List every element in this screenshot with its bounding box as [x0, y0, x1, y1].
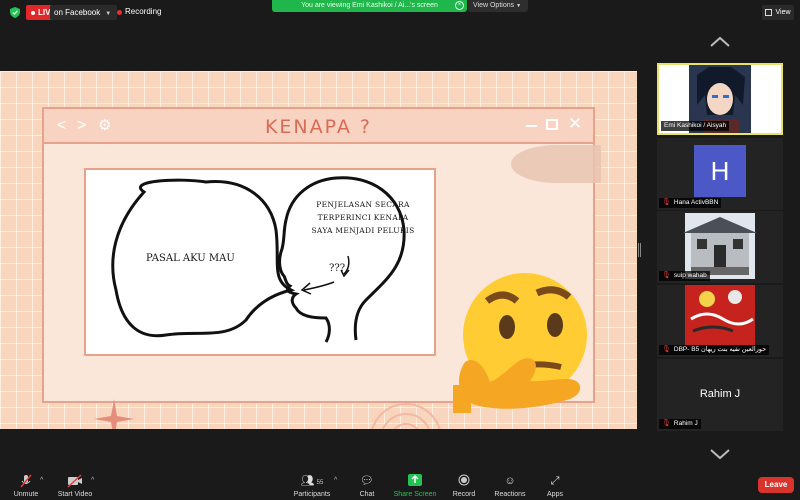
unmute-button[interactable]: Unmute — [8, 474, 44, 499]
thought-illustration: PASAL AKU MAU PENJELASAN SECARA TERPERIN… — [84, 168, 436, 356]
avatar: H — [694, 145, 746, 197]
slide-title: KENAPA ? — [264, 116, 373, 138]
viewing-banner: You are viewing Emi Kashikoi / Ai...'s s… — [272, 0, 467, 12]
explanation-text: PENJELASAN SECARA TERPERINCI KENAPA SAYA… — [311, 200, 415, 235]
participant-tile[interactable]: Emi Kashikoi / Aisyah — [657, 63, 783, 135]
splitter-handle[interactable] — [638, 243, 641, 257]
participant-name: DBP- B5 حورالعين نفيه بنت ريهان — [673, 346, 767, 353]
view-options-button[interactable]: View Options ▼ — [468, 0, 528, 12]
share-screen-label: Share Screen — [393, 491, 437, 498]
record-button[interactable]: Record — [448, 474, 480, 499]
view-button[interactable]: View — [762, 5, 794, 20]
mic-off-icon — [8, 474, 44, 488]
view-options-label: View Options — [473, 2, 515, 9]
apps-label: Apps — [547, 491, 563, 498]
participant-name: suip wahab — [673, 272, 707, 279]
record-icon — [448, 474, 480, 488]
record-label: Record — [452, 491, 476, 498]
recording-indicator[interactable]: Recording — [117, 7, 161, 17]
question-marks: ??? — [329, 263, 346, 274]
chevron-up-icon[interactable]: ^ — [91, 477, 94, 484]
speech-bubble-text: PASAL AKU MAU — [146, 253, 235, 264]
grid-icon — [765, 9, 773, 16]
participant-name: Emi Kashikoi / Aisyah — [664, 122, 727, 129]
chevron-down-icon: ▼ — [516, 3, 522, 9]
start-video-label: Start Video — [57, 491, 93, 498]
participant-name-label: 🎙︎ Hana ActivBBN — [659, 198, 722, 208]
mic-off-icon: 🎙︎ — [662, 346, 671, 353]
participants-icon: 👥︎ 55 — [300, 475, 324, 487]
thinking-emoji-icon — [453, 273, 587, 413]
viewing-banner-text: You are viewing Emi Kashikoi / Ai...'s s… — [301, 2, 438, 9]
decorative-blob — [511, 145, 601, 183]
participant-name-label: Emi Kashikoi / Aisyah — [661, 121, 730, 131]
apps-button[interactable]: ⤢ Apps — [540, 474, 570, 499]
participant-name-label: 🎙︎ suip wahab — [659, 271, 710, 281]
participant-name-label: 🎙︎ Rahim J — [659, 419, 701, 429]
stream-target-dropdown[interactable]: on Facebook ▼ — [50, 5, 118, 20]
decorative-arcs — [371, 403, 441, 429]
close-icon: ✕ — [568, 114, 583, 133]
chat-label: Chat — [359, 491, 375, 498]
mic-off-icon: 🎙︎ — [662, 199, 671, 206]
mic-off-icon: 🎙︎ — [662, 420, 671, 427]
live-dot-icon — [31, 10, 35, 15]
smiley-icon: ☺︎ — [504, 475, 516, 487]
participants-count: 55 — [316, 480, 324, 486]
sparkle-icon — [94, 399, 134, 429]
chevron-up-icon[interactable]: ^ — [40, 477, 43, 484]
participant-name: Hana ActivBBN — [673, 199, 719, 206]
chat-button[interactable]: 💬︎ Chat — [352, 474, 382, 499]
view-label: View — [775, 9, 791, 16]
chevron-down-icon: ▼ — [105, 11, 112, 17]
reactions-label: Reactions — [494, 491, 526, 498]
participant-name-label: 🎙︎ DBP- B5 حورالعين نفيه بنت ريهان — [659, 345, 770, 355]
chevron-up-icon[interactable] — [708, 35, 732, 49]
recording-dot-icon — [117, 9, 122, 15]
share-screen-button[interactable]: Share Screen — [392, 474, 438, 499]
recording-label: Recording — [125, 7, 162, 16]
minimize-icon — [526, 125, 537, 127]
share-screen-icon — [392, 474, 438, 488]
slide-window-bar: < > ⚙ KENAPA ? ✕ — [44, 109, 593, 144]
leave-button[interactable]: Leave — [758, 477, 794, 493]
participant-name: Rahim J — [673, 420, 698, 427]
stream-target-label: on Facebook — [54, 8, 101, 17]
participant-tile[interactable]: 🎙︎ DBP- B5 حورالعين نفيه بنت ريهان — [657, 285, 783, 357]
banner-close-icon[interactable]: × — [455, 1, 464, 10]
unmute-label: Unmute — [13, 491, 39, 498]
participant-tile[interactable]: Rahim J 🎙︎ Rahim J — [657, 359, 783, 431]
zoom-meeting-window: LIVE on Facebook ▼ Recording You are view… — [0, 0, 800, 500]
participants-button[interactable]: 👥︎ 55 Participants — [290, 474, 334, 499]
top-bar: LIVE on Facebook ▼ Recording You are view… — [0, 0, 800, 24]
shared-screen: < > ⚙ KENAPA ? ✕ PASAL AKU MAU PENJELASA… — [0, 71, 637, 429]
participant-display-name: Rahim J — [699, 388, 741, 400]
maximize-icon — [546, 119, 558, 130]
apps-icon: ⤢ — [550, 475, 560, 487]
chevron-up-icon[interactable]: ^ — [334, 477, 337, 484]
participant-tile[interactable]: 🎙︎ suip wahab — [657, 211, 783, 283]
chevron-down-icon[interactable] — [708, 447, 732, 461]
mic-off-icon: 🎙︎ — [662, 272, 671, 279]
participant-tile[interactable]: H 🎙︎ Hana ActivBBN — [657, 138, 783, 210]
participants-label: Participants — [293, 491, 331, 498]
chat-icon: 💬︎ — [360, 475, 374, 487]
reactions-button[interactable]: ☺︎ Reactions — [490, 474, 530, 499]
shield-icon[interactable] — [10, 7, 20, 18]
